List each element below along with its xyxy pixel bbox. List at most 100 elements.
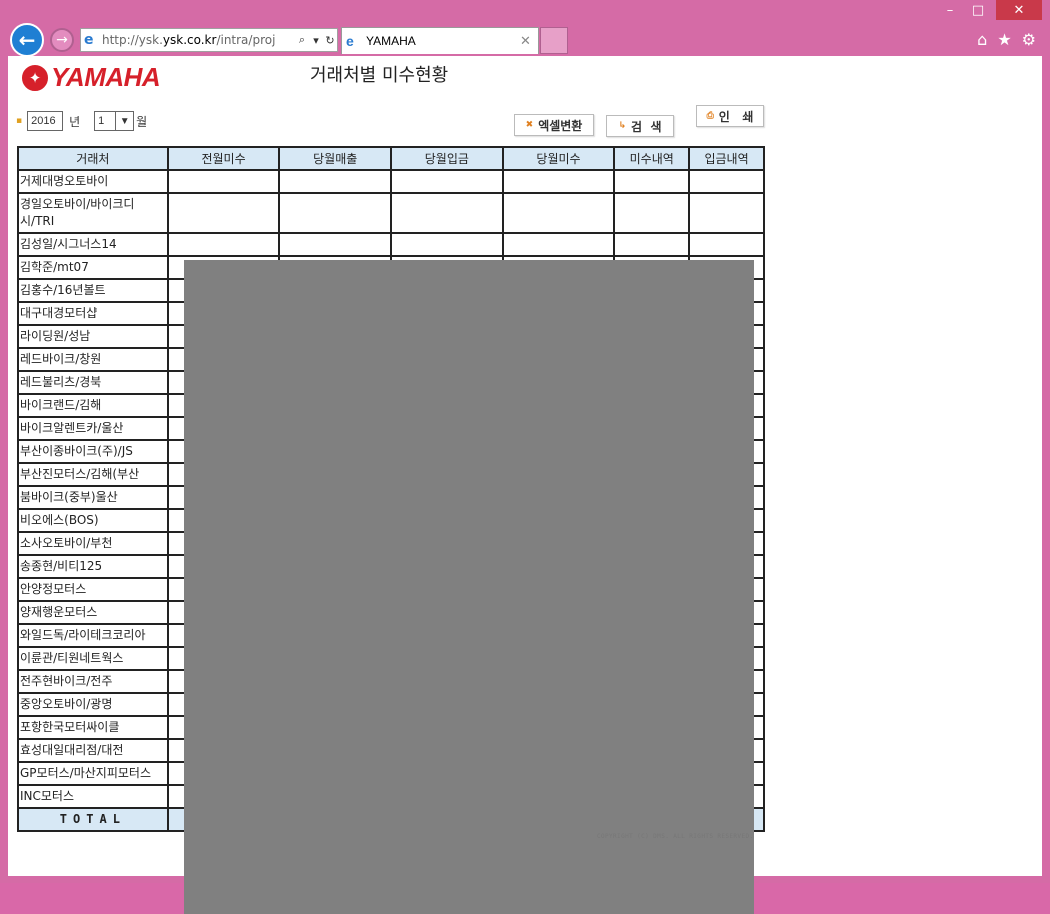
customer-name-cell[interactable]: 전주현바이크/전주 bbox=[17, 669, 169, 694]
customer-name-cell[interactable]: GP모터스/마산지피모터스 bbox=[17, 761, 169, 786]
table-cell[interactable] bbox=[688, 232, 765, 257]
customer-name-cell[interactable]: 바이크알렌트카/울산 bbox=[17, 416, 169, 441]
redacted-area bbox=[184, 260, 754, 914]
customer-name-cell[interactable]: 대구대경모터샵 bbox=[17, 301, 169, 326]
page-title: 거래처별 미수현황 bbox=[310, 65, 449, 86]
excel-export-label: 엑셀변환 bbox=[538, 118, 583, 133]
star-icon[interactable]: ★ bbox=[997, 30, 1011, 49]
print-label: 인 쇄 bbox=[718, 109, 754, 124]
customer-name-cell[interactable]: 포항한국모터싸이클 bbox=[17, 715, 169, 740]
toolbar-icons: ⌂ ★ ⚙ bbox=[977, 30, 1036, 49]
table-cell bbox=[390, 232, 504, 257]
search-icon[interactable]: ⌕ bbox=[295, 33, 309, 47]
table-cell bbox=[166, 192, 281, 234]
gear-icon[interactable]: ⚙ bbox=[1022, 30, 1036, 49]
total-label: TOTAL bbox=[17, 807, 169, 832]
table-cell bbox=[390, 192, 504, 234]
tab-close-icon[interactable]: ✕ bbox=[520, 33, 538, 49]
table-cell bbox=[278, 169, 393, 194]
url-text[interactable]: http://ysk.ysk.co.kr/intra/proj bbox=[102, 33, 295, 47]
table-cell bbox=[390, 169, 504, 194]
table-cell[interactable] bbox=[613, 169, 691, 194]
customer-name-cell[interactable]: 비오에스(BOS) bbox=[17, 508, 169, 533]
table-cell bbox=[501, 192, 616, 234]
minimize-button[interactable]: – bbox=[936, 0, 964, 20]
col-header-deposit-detail: 입금내역 bbox=[688, 146, 765, 171]
col-header-prev-balance: 전월미수 bbox=[166, 146, 281, 171]
col-header-monthly-balance: 당월미수 bbox=[501, 146, 616, 171]
search-label: 검 색 bbox=[631, 119, 662, 134]
col-header-monthly-sales: 당월매출 bbox=[278, 146, 393, 171]
window-controls: – □ ✕ bbox=[936, 0, 1042, 22]
col-header-monthly-deposit: 당월입금 bbox=[390, 146, 504, 171]
table-cell bbox=[501, 169, 616, 194]
excel-export-button[interactable]: ✖ 엑셀변환 bbox=[514, 114, 594, 136]
customer-name-cell[interactable]: INC모터스 bbox=[17, 784, 169, 809]
customer-name-cell[interactable]: 경일오토바이/바이크디시/TRI bbox=[17, 192, 169, 234]
table-cell bbox=[278, 192, 393, 234]
new-tab-button[interactable] bbox=[540, 27, 568, 54]
tab-yamaha[interactable]: e YAMAHA ✕ bbox=[341, 27, 539, 54]
table-row: 경일오토바이/바이크디시/TRI bbox=[17, 192, 765, 234]
customer-name-cell[interactable]: 안양정모터스 bbox=[17, 577, 169, 602]
table-cell[interactable] bbox=[613, 192, 691, 234]
customer-name-cell[interactable]: 양재행운모터스 bbox=[17, 600, 169, 625]
customer-name-cell[interactable]: 이륜관/티원네트웍스 bbox=[17, 646, 169, 671]
customer-name-cell[interactable]: 중앙오토바이/광명 bbox=[17, 692, 169, 717]
dropdown-icon[interactable]: ▾ bbox=[309, 34, 323, 47]
chevron-down-icon[interactable]: ▼ bbox=[115, 112, 133, 130]
col-header-balance-detail: 미수내역 bbox=[613, 146, 691, 171]
customer-name-cell[interactable]: 부산이종바이크(주)/JS bbox=[17, 439, 169, 464]
table-cell bbox=[166, 232, 281, 257]
table-cell bbox=[166, 169, 281, 194]
tab-title: YAMAHA bbox=[366, 34, 416, 48]
month-select[interactable]: 1 ▼ bbox=[94, 111, 135, 131]
customer-name-cell[interactable]: 레드바이크/창원 bbox=[17, 347, 169, 372]
excel-icon: ✖ bbox=[525, 120, 534, 130]
table-cell[interactable] bbox=[613, 232, 691, 257]
table-cell[interactable] bbox=[688, 192, 765, 234]
receivables-table: 거래처 전월미수 당월매출 당월입금 당월미수 미수내역 입금내역 거제대명오토… bbox=[17, 146, 765, 914]
year-input[interactable]: 2016 bbox=[27, 111, 64, 131]
address-bar[interactable]: e http://ysk.ysk.co.kr/intra/proj ⌕ ▾ ↻ bbox=[80, 28, 338, 52]
back-button[interactable]: ← bbox=[10, 23, 44, 57]
back-arrow-icon: ← bbox=[18, 28, 36, 52]
bullet-icon: ▪ bbox=[16, 116, 23, 126]
customer-name-cell[interactable]: 부산진모터스/김해(부산 bbox=[17, 462, 169, 487]
customer-name-cell[interactable]: 김학준/mt07 bbox=[17, 255, 169, 280]
table-header-row: 거래처 전월미수 당월매출 당월입금 당월미수 미수내역 입금내역 bbox=[17, 146, 765, 171]
customer-name-cell[interactable]: 바이크랜드/김해 bbox=[17, 393, 169, 418]
customer-name-cell[interactable]: 김홍수/16년볼트 bbox=[17, 278, 169, 303]
close-button[interactable]: ✕ bbox=[996, 0, 1042, 20]
customer-name-cell[interactable]: 레드불리츠/경북 bbox=[17, 370, 169, 395]
navigation-bar: ← → e http://ysk.ysk.co.kr/intra/proj ⌕ … bbox=[0, 22, 1050, 57]
customer-name-cell[interactable]: 거제대명오토바이 bbox=[17, 169, 169, 194]
yamaha-logo: ✦ YAMAHA bbox=[22, 62, 161, 93]
date-filter: ▪ 2016 년 1 ▼ 월 bbox=[16, 111, 147, 131]
page-content: ✦ YAMAHA 거래처별 미수현황 ▪ 2016 년 1 ▼ 월 ✖ 엑셀변환… bbox=[8, 56, 1042, 914]
month-label: 월 bbox=[136, 114, 148, 129]
month-value: 1 bbox=[98, 115, 105, 127]
print-button[interactable]: ⎙ 인 쇄 bbox=[696, 105, 764, 127]
tuning-fork-emblem-icon: ✦ bbox=[22, 64, 48, 91]
customer-name-cell[interactable]: 송종현/비티125 bbox=[17, 554, 169, 579]
forward-button[interactable]: → bbox=[50, 28, 74, 52]
forward-arrow-icon: → bbox=[56, 32, 68, 48]
ie-icon: e bbox=[84, 32, 94, 48]
customer-name-cell[interactable]: 소사오토바이/부천 bbox=[17, 531, 169, 556]
refresh-icon[interactable]: ↻ bbox=[323, 34, 337, 47]
home-icon[interactable]: ⌂ bbox=[977, 30, 987, 49]
table-cell[interactable] bbox=[688, 169, 765, 194]
maximize-button[interactable]: □ bbox=[964, 0, 992, 20]
table-cell bbox=[501, 232, 616, 257]
customer-name-cell[interactable]: 라이딩원/성남 bbox=[17, 324, 169, 349]
customer-name-cell[interactable]: 붐바이크(중부)울산 bbox=[17, 485, 169, 510]
year-label: 년 bbox=[69, 114, 81, 129]
customer-name-cell[interactable]: 와일드독/라이테크코리아 bbox=[17, 623, 169, 648]
table-cell bbox=[278, 232, 393, 257]
customer-name-cell[interactable]: 효성대일대리점/대전 bbox=[17, 738, 169, 763]
search-button[interactable]: ↳ 검 색 bbox=[606, 115, 674, 137]
ie-tab-icon: e bbox=[346, 33, 354, 49]
table-row: 거제대명오토바이 bbox=[17, 169, 765, 194]
customer-name-cell[interactable]: 김성일/시그너스14 bbox=[17, 232, 169, 257]
